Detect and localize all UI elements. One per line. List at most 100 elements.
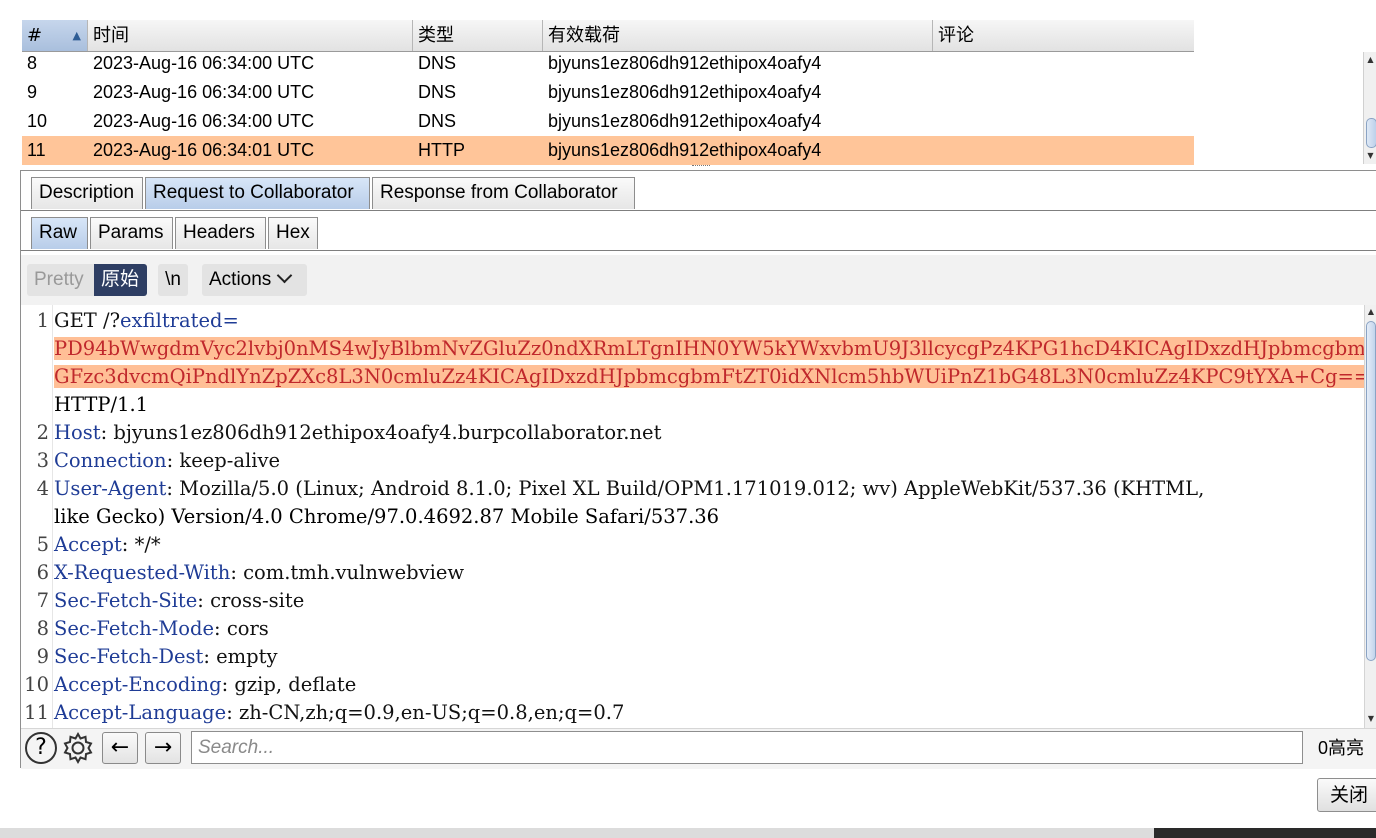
http-version: HTTP/1.1 xyxy=(54,393,149,416)
help-icon[interactable]: ? xyxy=(25,732,57,764)
raw-button[interactable]: 原始 xyxy=(94,264,147,296)
tab-response-from-collaborator[interactable]: Response from Collaborator xyxy=(372,177,635,209)
row-number: 8 xyxy=(27,53,38,73)
line-number: 6 xyxy=(36,561,49,584)
line-number: 10 xyxy=(24,673,49,696)
line-number: 5 xyxy=(36,533,49,556)
header-line: X-Requested-With: com.tmh.vulnwebview xyxy=(54,561,465,584)
line-number: 8 xyxy=(36,617,49,640)
highlighted-payload: GFzc3dvcmQiPndlYnZpZXc8L3N0cmluZz4KICAgI… xyxy=(54,365,1364,388)
row-comment xyxy=(933,78,1199,107)
row-payload: bjyuns1ez806dh912ethipox4oafy4 xyxy=(548,140,822,160)
table-row[interactable]: 8 2023-Aug-16 06:34:00 UTC DNS bjyuns1ez… xyxy=(22,49,1194,78)
line-number: 11 xyxy=(24,701,49,724)
row-comment xyxy=(933,49,1199,78)
row-number: 9 xyxy=(27,82,38,102)
row-number: 10 xyxy=(27,111,48,131)
gutter-divider xyxy=(52,305,53,728)
detail-tab-bar: Description Request to Collaborator Resp… xyxy=(21,171,1376,211)
arrow-left-icon: ← xyxy=(110,735,130,760)
table-row[interactable]: 9 2023-Aug-16 06:34:00 UTC DNS bjyuns1ez… xyxy=(22,78,1194,107)
header-line: Accept-Language: zh-CN,zh;q=0.9,en-US;q=… xyxy=(54,701,625,724)
line-number: 1 xyxy=(36,309,49,332)
actions-label: Actions xyxy=(209,269,272,290)
column-header-comment[interactable]: 评论 xyxy=(933,20,1194,51)
scroll-down-icon[interactable]: ▼ xyxy=(1365,713,1376,725)
row-time: 2023-Aug-16 06:34:00 UTC xyxy=(93,53,315,73)
search-bar: ? ← → 0高亮 xyxy=(21,728,1376,769)
payload-line: PD94bWwgdmVyc2lvbj0nMS4wJyBlbmNvZGluZz0n… xyxy=(54,335,1364,363)
match-count: 0高亮 xyxy=(1318,738,1365,758)
column-header-time[interactable]: 时间 xyxy=(88,20,413,51)
editor-scrollbar[interactable]: ▲ ▼ xyxy=(1364,305,1376,728)
header-line: Sec-Fetch-Dest: empty xyxy=(54,645,278,668)
header-line: Connection: keep-alive xyxy=(54,449,281,472)
scroll-down-icon[interactable]: ▼ xyxy=(1364,150,1376,162)
next-match-button[interactable]: → xyxy=(145,732,181,764)
tab-request-to-collaborator[interactable]: Request to Collaborator xyxy=(145,177,370,209)
line-number: 4 xyxy=(36,477,49,500)
scrollbar-thumb[interactable] xyxy=(1366,118,1376,148)
header-line: Accept: */* xyxy=(54,533,161,556)
column-header-type[interactable]: 类型 xyxy=(413,20,543,51)
view-tab-bar: Raw Params Headers Hex xyxy=(21,211,1376,251)
header-line: Accept-Encoding: gzip, deflate xyxy=(54,673,357,696)
table-scrollbar[interactable]: ▲ ▼ xyxy=(1363,52,1376,164)
table-row-selected[interactable]: 11 2023-Aug-16 06:34:01 UTC HTTP bjyuns1… xyxy=(22,136,1194,165)
row-payload: bjyuns1ez806dh912ethipox4oafy4 xyxy=(548,111,822,131)
row-comment xyxy=(933,136,1199,165)
tab-description[interactable]: Description xyxy=(31,177,143,209)
arrow-right-icon: → xyxy=(153,735,173,760)
header-line-wrapped: like Gecko) Version/4.0 Chrome/97.0.4692… xyxy=(54,505,720,528)
interactions-table: # ▲ 时间 类型 有效载荷 评论 8 2023-Aug-16 06:34:00 … xyxy=(22,20,1194,165)
payload-line: GFzc3dvcmQiPndlYnZpZXc8L3N0cmluZz4KICAgI… xyxy=(54,363,1364,391)
editor-toolbar: Pretty 原始 \n Actions xyxy=(21,255,1376,305)
query-param-name: exfiltrated xyxy=(120,309,223,332)
tab-hex[interactable]: Hex xyxy=(268,217,318,249)
detail-panel: Description Request to Collaborator Resp… xyxy=(20,170,1376,769)
line-number: 7 xyxy=(36,589,49,612)
tab-params[interactable]: Params xyxy=(90,217,173,249)
row-time: 2023-Aug-16 06:34:01 UTC xyxy=(93,140,315,160)
tab-raw[interactable]: Raw xyxy=(31,217,88,249)
row-type: DNS xyxy=(418,82,457,102)
sort-ascending-icon: ▲ xyxy=(72,29,81,42)
highlighted-payload: PD94bWwgdmVyc2lvbj0nMS4wJyBlbmNvZGluZz0n… xyxy=(54,337,1364,360)
header-line: Sec-Fetch-Mode: cors xyxy=(54,617,269,640)
table-header: # ▲ 时间 类型 有效载荷 评论 xyxy=(22,20,1194,52)
row-payload: bjyuns1ez806dh912ethipox4oafy4 xyxy=(548,82,822,102)
row-comment xyxy=(933,107,1199,136)
line-number: 3 xyxy=(36,449,49,472)
header-line: User-Agent: Mozilla/5.0 (Linux; Android … xyxy=(54,477,1205,500)
search-input[interactable] xyxy=(191,731,1303,764)
actions-dropdown[interactable]: Actions xyxy=(202,264,307,296)
window-bottom-edge xyxy=(0,828,1376,838)
request-line: GET /?exfiltrated= xyxy=(54,309,239,332)
scroll-up-icon[interactable]: ▲ xyxy=(1364,54,1376,66)
pretty-button[interactable]: Pretty xyxy=(27,264,94,296)
table-row[interactable]: 10 2023-Aug-16 06:34:00 UTC DNS bjyuns1e… xyxy=(22,107,1194,136)
header-line: Sec-Fetch-Site: cross-site xyxy=(54,589,305,612)
newline-toggle-button[interactable]: \n xyxy=(158,264,188,296)
close-button[interactable]: 关闭 xyxy=(1317,778,1376,812)
previous-match-button[interactable]: ← xyxy=(102,732,138,764)
row-payload: bjyuns1ez806dh912ethipox4oafy4 xyxy=(548,53,822,73)
line-number: 2 xyxy=(36,421,49,444)
request-editor[interactable]: 1 GET /?exfiltrated= PD94bWwgdmVyc2lvbj0… xyxy=(21,305,1364,728)
line-number: 9 xyxy=(36,645,49,668)
tab-headers[interactable]: Headers xyxy=(175,217,266,249)
taskbar-fragment xyxy=(1154,828,1376,838)
row-time: 2023-Aug-16 06:34:00 UTC xyxy=(93,82,315,102)
gear-icon[interactable] xyxy=(61,731,95,765)
row-time: 2023-Aug-16 06:34:00 UTC xyxy=(93,111,315,131)
scrollbar-thumb[interactable] xyxy=(1366,321,1376,661)
chevron-down-icon xyxy=(277,267,293,284)
scroll-up-icon[interactable]: ▲ xyxy=(1365,306,1376,318)
row-number: 11 xyxy=(27,140,46,160)
row-type: DNS xyxy=(418,53,457,73)
column-header-payload[interactable]: 有效载荷 xyxy=(543,20,933,51)
row-type: DNS xyxy=(418,111,457,131)
row-type: HTTP xyxy=(418,140,465,160)
header-line: Host: bjyuns1ez806dh912ethipox4oafy4.bur… xyxy=(54,421,662,444)
column-header-number[interactable]: # ▲ xyxy=(22,20,88,51)
